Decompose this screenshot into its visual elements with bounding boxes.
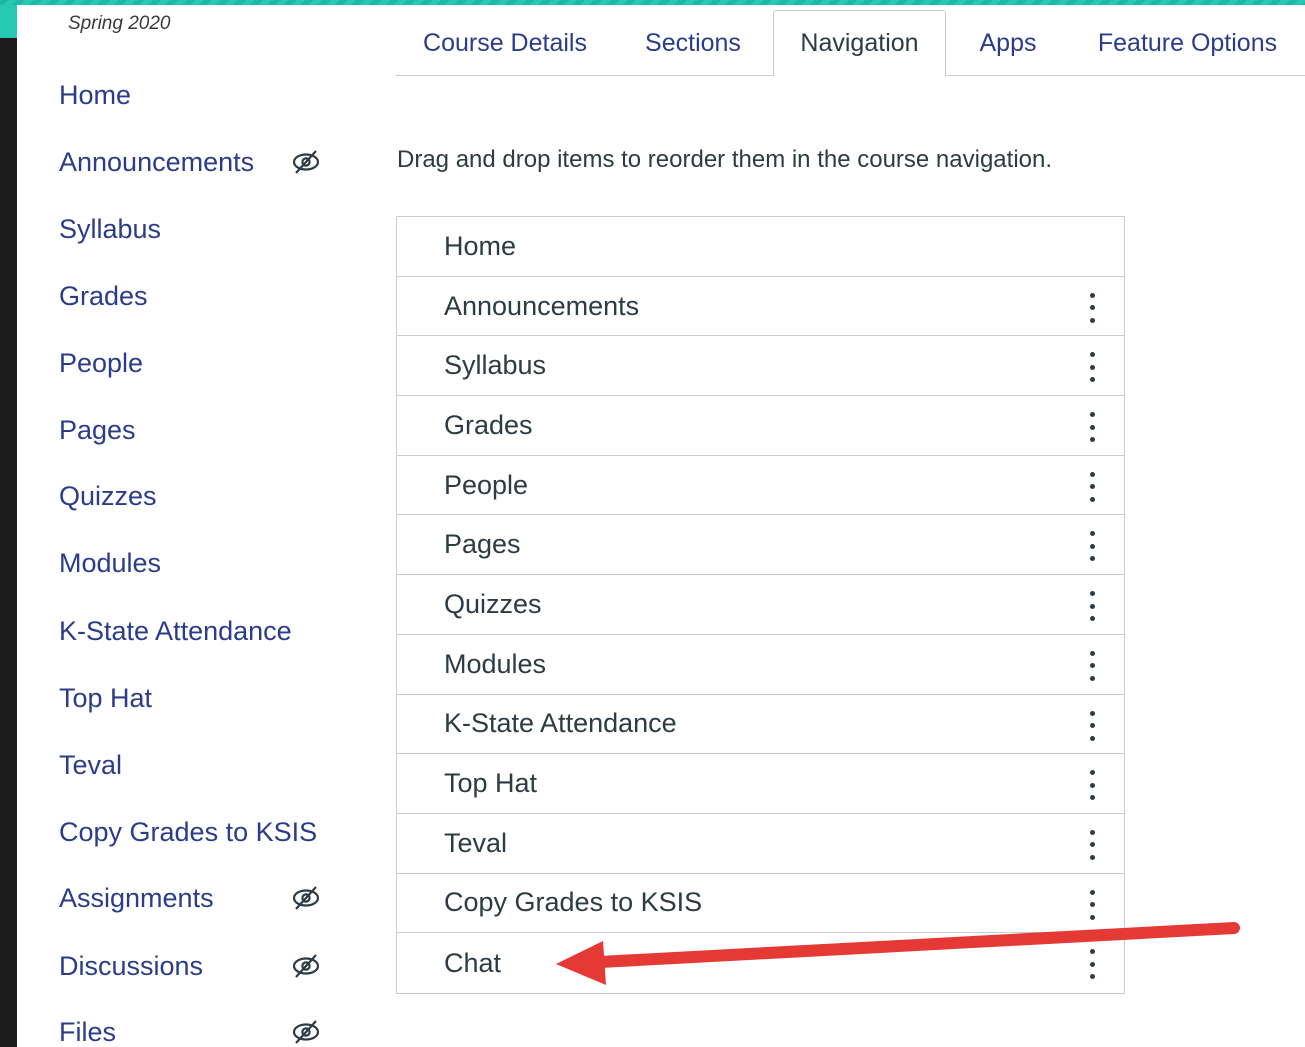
eye-slash-icon [291,952,321,980]
nav-list-item-grades[interactable]: Grades [397,396,1124,456]
sidebar-item-label: Modules [59,547,162,578]
sidebar-item-copy-grades-to-ksis[interactable]: Copy Grades to KSIS [59,812,329,852]
settings-tabs: Course Details Sections Navigation Apps Feat… [396,10,1305,77]
sidebar-item-label: K-State Attendance [59,615,292,646]
nav-list-item-label: Syllabus [444,350,547,381]
sidebar-item-assignments[interactable]: Assignments [59,878,329,918]
course-term: Spring 2020 [68,13,171,34]
sidebar-item-teval[interactable]: Teval [59,745,329,785]
nav-list-item-label: Quizzes [444,588,542,619]
sidebar-item-label: Quizzes [59,480,157,511]
corner-accent [0,0,17,38]
sidebar-item-people[interactable]: People [59,343,329,383]
nav-list-item-label: Pages [444,529,521,560]
nav-list-item-label: People [444,469,529,500]
nav-list-item-copy-grades-to-ksis[interactable]: Copy Grades to KSIS [397,874,1124,934]
sidebar-item-label: Assignments [59,882,214,913]
nav-list-item-teval[interactable]: Teval [397,814,1124,874]
eye-slash-icon [291,1018,321,1046]
navigation-instructions: Drag and drop items to reorder them in t… [397,146,1053,173]
kebab-menu-icon[interactable] [1087,650,1097,681]
nav-list-item-label: Top Hat [444,768,538,799]
tab-feature-options[interactable]: Feature Options [1070,10,1305,76]
sidebar-item-quizzes[interactable]: Quizzes [59,476,329,516]
sidebar-item-label: Home [59,79,132,110]
sidebar-item-label: Pages [59,414,136,445]
sidebar-item-syllabus[interactable]: Syllabus [59,209,329,249]
kebab-menu-icon[interactable] [1087,770,1097,801]
sidebar-item-top-hat[interactable]: Top Hat [59,678,329,718]
nav-list-item-label: Copy Grades to KSIS [444,887,703,918]
sidebar-item-home[interactable]: Home [59,75,329,115]
kebab-menu-icon[interactable] [1087,531,1097,562]
nav-list-item-pages[interactable]: Pages [397,515,1124,576]
kebab-menu-icon[interactable] [1087,412,1097,443]
nav-list-item-label: Announcements [444,290,640,321]
sidebar-item-label: Top Hat [59,682,153,713]
sidebar-item-label: Copy Grades to KSIS [59,816,318,847]
sidebar-item-label: Grades [59,280,148,311]
nav-list-item-label: Home [444,230,517,261]
sidebar-item-k-state-attendance[interactable]: K-State Attendance [59,611,329,651]
sidebar-item-files[interactable]: Files [59,1012,329,1047]
nav-list-item-label: Grades [444,409,533,440]
nav-list-item-label: Chat [444,947,502,978]
tab-sections[interactable]: Sections [614,10,772,76]
nav-list-item-k-state-attendance[interactable]: K-State Attendance [397,695,1124,755]
nav-list-item-modules[interactable]: Modules [397,635,1124,695]
sidebar-item-pages[interactable]: Pages [59,410,329,450]
sidebar-item-label: People [59,347,144,378]
sidebar-item-label: Discussions [59,950,204,981]
nav-list-item-quizzes[interactable]: Quizzes [397,575,1124,635]
nav-list-item-label: K-State Attendance [444,708,677,739]
kebab-menu-icon[interactable] [1087,292,1097,323]
navigation-reorder-list: Home Announcements Syllabus Grades People Pag… [396,216,1125,994]
tab-apps[interactable]: Apps [946,10,1070,76]
tab-navigation[interactable]: Navigation [773,10,946,77]
nav-list-item-top-hat[interactable]: Top Hat [397,754,1124,814]
nav-list-item-syllabus[interactable]: Syllabus [397,336,1124,397]
kebab-menu-icon[interactable] [1087,352,1097,383]
nav-list-item-announcements[interactable]: Announcements [397,277,1124,337]
kebab-menu-icon[interactable] [1087,471,1097,502]
left-dark-bar [0,0,17,1047]
eye-slash-icon [291,148,321,176]
nav-list-item-label: Modules [444,648,547,679]
sidebar-item-label: Teval [59,749,123,780]
top-accent-stripe [0,0,1305,5]
kebab-menu-icon[interactable] [1087,949,1097,980]
kebab-menu-icon[interactable] [1087,889,1097,920]
nav-list-item-home[interactable]: Home [397,217,1124,277]
kebab-menu-icon[interactable] [1087,829,1097,860]
kebab-menu-icon[interactable] [1087,710,1097,741]
sidebar-item-announcements[interactable]: Announcements [59,142,329,182]
tab-course-details[interactable]: Course Details [396,10,614,76]
eye-slash-icon [291,884,321,912]
sidebar-item-grades[interactable]: Grades [59,276,329,316]
sidebar-item-label: Files [59,1016,117,1047]
sidebar-item-modules[interactable]: Modules [59,543,329,583]
sidebar-item-discussions[interactable]: Discussions [59,946,329,986]
nav-list-item-chat[interactable]: Chat [397,933,1124,993]
kebab-menu-icon[interactable] [1087,591,1097,622]
sidebar-item-label: Syllabus [59,213,162,244]
sidebar-item-label: Announcements [59,146,255,177]
nav-list-item-people[interactable]: People [397,456,1124,516]
nav-list-item-label: Teval [444,827,508,858]
